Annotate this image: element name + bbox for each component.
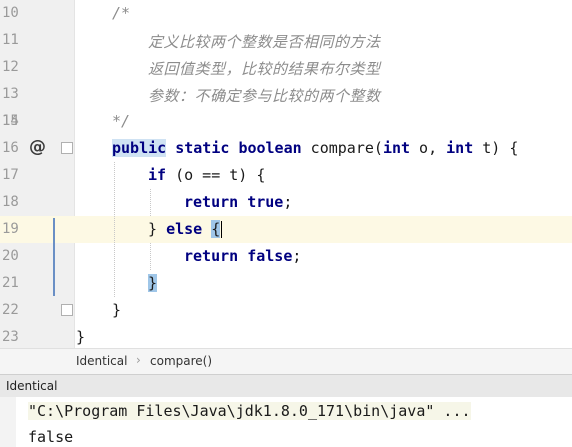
indent-guide	[114, 162, 116, 297]
code-editor[interactable]: 10 /* 11 定义比较两个整数是否相同的方法 12 返回值类型，比较的结果布…	[0, 0, 572, 348]
close-brace: }	[148, 220, 158, 238]
line-number: 16	[2, 140, 19, 156]
return-false-statement: return false;	[184, 247, 301, 265]
breadcrumb-separator: ›	[136, 353, 141, 367]
if-condition: (o == t) {	[166, 166, 266, 184]
line-number: 19	[2, 221, 19, 237]
code-line[interactable]: 17 if (o == t) {	[0, 162, 572, 189]
run-tool-window-header: Identical	[0, 374, 572, 398]
method-signature: public static boolean compare(int o, int…	[112, 139, 518, 157]
line-number: 10	[2, 5, 19, 21]
comment-text: 返回值类型，比较的结果布尔类型	[148, 60, 381, 78]
line-number: 17	[2, 167, 19, 183]
run-console[interactable]: "C:\Program Files\Java\jdk1.8.0_171\bin\…	[0, 397, 572, 447]
matched-brace: {	[211, 220, 221, 238]
line-number: 20	[2, 248, 19, 264]
run-tab[interactable]: Identical	[6, 379, 57, 393]
console-gutter	[0, 397, 16, 447]
line-number: 18	[2, 194, 19, 210]
code-line[interactable]: 21 }	[0, 270, 572, 297]
code-line[interactable]: 15 */	[0, 108, 572, 135]
fold-toggle-icon[interactable]	[61, 304, 73, 316]
code-line[interactable]: 16 public static boolean compare(int o, …	[0, 135, 572, 162]
indent-guide	[150, 243, 152, 270]
breadcrumb-class[interactable]: Identical	[76, 354, 127, 368]
keyword-public: public	[112, 139, 167, 157]
keyword-int: int	[382, 139, 411, 157]
else-close-brace: }	[148, 274, 158, 292]
if-statement: if (o == t) {	[148, 166, 265, 184]
code-line[interactable]: 20 return false;	[0, 243, 572, 270]
keyword-return: return	[184, 193, 239, 211]
keyword-boolean: boolean	[238, 139, 302, 157]
method-name: compare(	[301, 139, 383, 157]
semicolon: ;	[292, 247, 302, 265]
param-t: t) {	[473, 139, 519, 157]
else-statement: } else {	[148, 220, 223, 238]
comment-text: 定义比较两个整数是否相同的方法	[148, 33, 381, 51]
line-number: 11	[2, 32, 19, 48]
line-number: 15	[2, 113, 19, 129]
code-line[interactable]: 10 /*	[0, 0, 572, 27]
semicolon: ;	[283, 193, 293, 211]
code-line[interactable]: 13 参数：不确定参与比较的两个整数	[0, 81, 572, 108]
console-command-line[interactable]: "C:\Program Files\Java\jdk1.8.0_171\bin\…	[28, 402, 471, 420]
indent-guide	[150, 189, 152, 216]
override-at-icon[interactable]: @	[29, 137, 46, 157]
comment-close: */	[112, 112, 131, 130]
keyword-static: static	[175, 139, 230, 157]
keyword-if: if	[148, 166, 167, 184]
code-line[interactable]: 12 返回值类型，比较的结果布尔类型	[0, 54, 572, 81]
keyword-else: else	[166, 220, 203, 238]
line-number: 13	[2, 86, 19, 102]
code-line[interactable]: 23 }	[0, 324, 572, 348]
keyword-return: return	[184, 247, 239, 265]
console-output: false	[28, 428, 74, 446]
matched-brace: }	[148, 274, 158, 292]
line-number: 21	[2, 275, 19, 291]
fold-toggle-icon[interactable]	[61, 142, 73, 154]
comment-open: /*	[112, 4, 131, 22]
breadcrumb-method[interactable]: compare()	[150, 354, 212, 368]
code-line-current[interactable]: 19 } else {	[0, 216, 572, 243]
line-number: 22	[2, 302, 19, 318]
keyword-true: true	[247, 193, 284, 211]
text-cursor	[221, 221, 223, 238]
line-number: 12	[2, 59, 19, 75]
comment-text: 参数：不确定参与比较的两个整数	[148, 87, 381, 105]
keyword-false: false	[247, 247, 293, 265]
code-line[interactable]: 18 return true;	[0, 189, 572, 216]
breadcrumb: Identical › compare()	[0, 348, 572, 374]
code-line[interactable]: 11 定义比较两个整数是否相同的方法	[0, 27, 572, 54]
change-marker	[53, 218, 55, 296]
keyword-int: int	[446, 139, 474, 157]
class-close-brace: }	[76, 328, 86, 346]
method-close-brace: }	[112, 301, 122, 319]
return-true-statement: return true;	[184, 193, 292, 211]
line-number: 23	[2, 329, 19, 345]
param-o: o,	[410, 139, 447, 157]
code-line[interactable]: 22 }	[0, 297, 572, 324]
